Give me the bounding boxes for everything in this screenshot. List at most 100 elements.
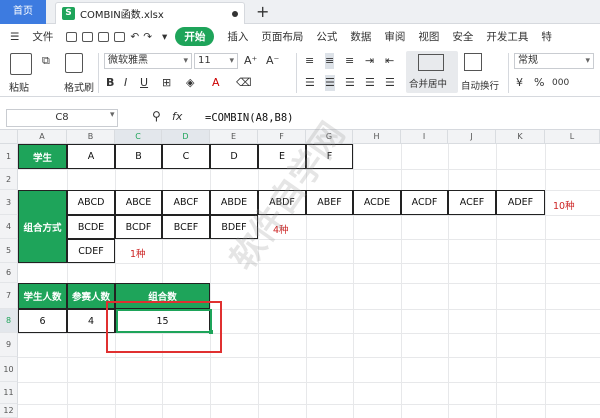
cell-c4[interactable]: BCDF	[115, 215, 162, 239]
cell-a1[interactable]: 学生	[18, 144, 67, 169]
align-right-icon[interactable]: ☰	[345, 75, 355, 91]
cell-j3[interactable]: ACEF	[448, 190, 496, 215]
cell-e1[interactable]: D	[210, 144, 258, 169]
eraser-icon[interactable]: ⌫	[236, 75, 252, 91]
function-fx-button[interactable]: fx	[172, 110, 182, 123]
col-header-c[interactable]: C	[115, 130, 162, 144]
zoom-search-icon[interactable]: ⚲	[152, 109, 161, 123]
menu-review[interactable]: 审阅	[384, 29, 405, 44]
cell-k3[interactable]: ADEF	[496, 190, 545, 215]
cell-c1[interactable]: B	[115, 144, 162, 169]
paste-icon[interactable]	[10, 53, 32, 75]
col-header-b[interactable]: B	[67, 130, 115, 144]
cell-b5[interactable]: CDEF	[67, 239, 115, 263]
row-header-2[interactable]: 2	[0, 169, 18, 190]
decrease-font-icon[interactable]: A⁻	[266, 53, 279, 69]
underline-button[interactable]: U	[140, 75, 148, 91]
unsaved-dot-icon[interactable]	[232, 10, 238, 17]
cell-d3[interactable]: ABCF	[162, 190, 210, 215]
wrap-text-button[interactable]: 自动换行	[461, 78, 499, 92]
cell-f1[interactable]: E	[258, 144, 306, 169]
menu-page-layout[interactable]: 页面布局	[261, 29, 303, 44]
menu-insert[interactable]: 插入	[227, 29, 248, 44]
row-header-5[interactable]: 5	[0, 239, 18, 263]
currency-button[interactable]: ¥	[516, 75, 523, 91]
align-left-icon[interactable]: ☰	[305, 75, 315, 91]
align-middle-icon[interactable]: ≡	[325, 53, 335, 69]
align-center-icon[interactable]: ☰	[325, 75, 335, 91]
justify-icon[interactable]: ☰	[365, 75, 375, 91]
row-header-1[interactable]: 1	[0, 144, 18, 169]
row-header-4[interactable]: 4	[0, 215, 18, 239]
hamburger-menu-icon[interactable]: ☰	[10, 31, 19, 43]
row-header-9[interactable]: 9	[0, 333, 18, 357]
merge-center-button[interactable]: 合并居中	[406, 51, 458, 93]
cell-c3[interactable]: ABCE	[115, 190, 162, 215]
menu-special[interactable]: 特	[541, 29, 552, 44]
cell-e4[interactable]: BDEF	[210, 215, 258, 239]
cell-g1[interactable]: F	[306, 144, 353, 169]
menu-formulas[interactable]: 公式	[316, 29, 337, 44]
col-header-f[interactable]: F	[258, 130, 306, 144]
col-header-j[interactable]: J	[448, 130, 496, 144]
col-header-d[interactable]: D	[162, 130, 210, 144]
number-format-select[interactable]: 常规	[514, 53, 594, 69]
cell-d1[interactable]: C	[162, 144, 210, 169]
col-header-e[interactable]: E	[210, 130, 258, 144]
spreadsheet-grid[interactable]: A B C D E F G H I J K L 1 2 3 4 5 6 7 8 …	[0, 130, 600, 418]
italic-button[interactable]: I	[124, 75, 127, 91]
indent-icon[interactable]: ⇥	[365, 53, 374, 69]
percent-button[interactable]: %	[534, 75, 544, 91]
font-name-select[interactable]: 微软雅黑	[104, 53, 192, 69]
col-header-l[interactable]: L	[545, 130, 600, 144]
col-header-a[interactable]: A	[18, 130, 67, 144]
cell-a3-merged[interactable]: 组合方式	[18, 190, 67, 263]
border-icon[interactable]: ⊞	[162, 75, 171, 91]
file-tab[interactable]: S COMBIN函数.xlsx	[55, 2, 245, 24]
cell-a7[interactable]: 学生人数	[18, 283, 67, 309]
font-size-select[interactable]: 11	[194, 53, 238, 69]
row-header-3[interactable]: 3	[0, 190, 18, 215]
cell-b1[interactable]: A	[67, 144, 115, 169]
align-top-icon[interactable]: ≡	[305, 53, 314, 69]
menu-data[interactable]: 数据	[350, 29, 371, 44]
menu-file[interactable]: 文件	[32, 29, 53, 44]
row-header-7[interactable]: 7	[0, 283, 18, 309]
row-header-8[interactable]: 8	[0, 309, 18, 333]
row-header-12[interactable]: 12	[0, 404, 18, 418]
cell-a8[interactable]: 6	[18, 309, 67, 333]
row-header-11[interactable]: 11	[0, 382, 18, 404]
redo-icon[interactable]: ↷	[143, 31, 152, 43]
cell-f3[interactable]: ABDF	[258, 190, 306, 215]
menu-start[interactable]: 开始	[175, 27, 215, 46]
increase-font-icon[interactable]: A⁺	[244, 53, 257, 69]
cell-d4[interactable]: BCEF	[162, 215, 210, 239]
cell-i3[interactable]: ACDF	[401, 190, 448, 215]
distribute-icon[interactable]: ☰	[385, 75, 395, 91]
cell-h3[interactable]: ACDE	[353, 190, 401, 215]
row-header-6[interactable]: 6	[0, 263, 18, 283]
print-icon[interactable]	[98, 31, 110, 42]
align-bottom-icon[interactable]: ≡	[345, 53, 354, 69]
font-color-icon[interactable]: A	[212, 75, 220, 91]
new-tab-plus-icon[interactable]: +	[256, 2, 269, 21]
cell-b4[interactable]: BCDE	[67, 215, 115, 239]
format-painter-button[interactable]: 格式刷	[64, 79, 94, 94]
formula-input[interactable]: =COMBIN(A8,B8)	[205, 109, 294, 127]
menu-security[interactable]: 安全	[452, 29, 473, 44]
export-icon[interactable]	[82, 31, 94, 42]
copy-icon[interactable]: ⧉	[42, 53, 50, 69]
format-painter-icon[interactable]	[65, 53, 83, 73]
outdent-icon[interactable]: ⇤	[385, 53, 394, 69]
cell-g3[interactable]: ABEF	[306, 190, 353, 215]
name-box-dropdown-icon[interactable]: ▾	[110, 110, 115, 120]
undo-icon[interactable]: ↶	[130, 31, 139, 43]
menu-view[interactable]: 视图	[418, 29, 439, 44]
more-icon[interactable]: ▾	[162, 31, 167, 43]
bold-button[interactable]: B	[106, 75, 114, 91]
paste-button[interactable]: 粘贴	[9, 79, 29, 94]
menu-developer[interactable]: 开发工具	[486, 29, 528, 44]
corner-select-all[interactable]	[0, 130, 18, 144]
col-header-h[interactable]: H	[353, 130, 401, 144]
thousands-button[interactable]: 000	[552, 75, 569, 91]
